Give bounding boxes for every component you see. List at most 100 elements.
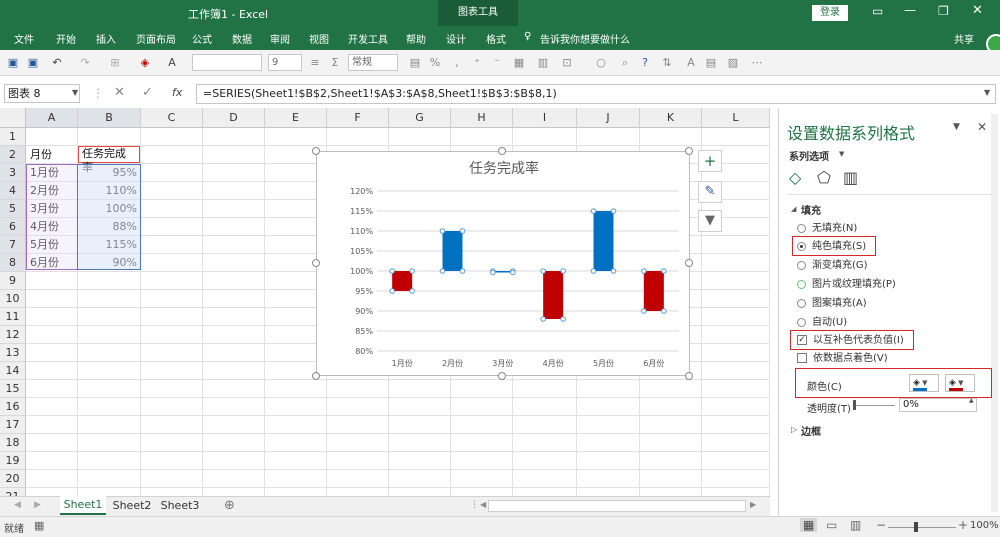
- page-layout-view-icon[interactable]: ▭: [826, 518, 837, 532]
- row-header-10[interactable]: 10: [0, 290, 26, 308]
- row-header-15[interactable]: 15: [0, 380, 26, 398]
- expand-formula-icon[interactable]: ▼: [984, 88, 990, 97]
- page-break-view-icon[interactable]: ▥: [850, 518, 861, 532]
- zoom-level[interactable]: 100%: [970, 520, 999, 531]
- row-header-11[interactable]: 11: [0, 308, 26, 326]
- bar-2[interactable]: [442, 231, 463, 271]
- cell-b6[interactable]: 88%: [78, 218, 140, 235]
- chart-elements-button[interactable]: +: [698, 150, 722, 172]
- table-format-icon[interactable]: ▥: [536, 55, 550, 71]
- resize-handle-tl[interactable]: [312, 147, 320, 155]
- transparency-input[interactable]: 0%: [899, 398, 977, 412]
- row-header-7[interactable]: 7: [0, 236, 26, 254]
- find-icon[interactable]: ⌕: [618, 55, 632, 71]
- font-size-dropdown[interactable]: 9: [268, 54, 302, 71]
- cell-b3[interactable]: 95%: [78, 164, 140, 181]
- restore-icon[interactable]: ❐: [938, 4, 949, 18]
- zoom-slider-thumb[interactable]: [914, 522, 918, 532]
- series-options-bars-icon[interactable]: ▥: [843, 168, 858, 187]
- cell-a6[interactable]: 4月份: [27, 218, 77, 235]
- tab-design[interactable]: 设计: [446, 31, 466, 46]
- cell-b2[interactable]: 任务完成率: [78, 146, 140, 174]
- tab-page-layout[interactable]: 页面布局: [136, 31, 176, 46]
- tab-formulas[interactable]: 公式: [192, 31, 212, 46]
- close-icon[interactable]: ✕: [972, 3, 983, 18]
- column-header-i[interactable]: I: [513, 108, 577, 128]
- row-header-21[interactable]: 21: [0, 488, 26, 496]
- redo-icon[interactable]: ↷: [78, 55, 92, 71]
- bar-1[interactable]: [392, 271, 413, 291]
- sheet-tab-sheet3[interactable]: Sheet3: [158, 498, 202, 514]
- font-name-dropdown[interactable]: [192, 54, 262, 71]
- resize-handle-r[interactable]: [685, 259, 693, 267]
- pane-options-dropdown-icon[interactable]: ▼: [953, 122, 960, 132]
- resize-handle-tr[interactable]: [685, 147, 693, 155]
- wrap-text-icon[interactable]: ≡: [308, 55, 322, 71]
- table-icon[interactable]: ▤: [704, 55, 718, 71]
- bar-3[interactable]: [492, 271, 513, 273]
- row-header-16[interactable]: 16: [0, 398, 26, 416]
- save-as-icon[interactable]: ▣: [26, 55, 40, 71]
- chart-plot-svg[interactable]: 80% 85% 90% 95% 100% 105% 110% 115% 120% 1月份 2月份 3月…: [317, 152, 691, 377]
- bar-5[interactable]: [593, 211, 614, 271]
- currency-icon[interactable]: ▤: [408, 55, 422, 71]
- cell-b7[interactable]: 115%: [78, 236, 140, 253]
- border-expand-icon[interactable]: ▷: [791, 425, 797, 434]
- fill-color-icon[interactable]: ◈: [136, 55, 154, 71]
- row-header-6[interactable]: 6: [0, 218, 26, 236]
- scroll-right-icon[interactable]: ▶: [750, 500, 756, 509]
- fill-section-header[interactable]: 填充: [801, 202, 821, 217]
- login-button[interactable]: 登录: [812, 5, 848, 21]
- chart-area[interactable]: 任务完成率 80% 85% 90% 95% 100% 105% 110% 115% 120% 1月…: [316, 151, 690, 376]
- row-header-18[interactable]: 18: [0, 434, 26, 452]
- row-header-3[interactable]: 3: [0, 164, 26, 182]
- radio-none[interactable]: [797, 223, 806, 233]
- number-format-dropdown[interactable]: 常规: [348, 54, 398, 71]
- sort-icon[interactable]: ⇅: [660, 55, 674, 71]
- conditional-format-icon[interactable]: ▦: [512, 55, 526, 71]
- resize-handle-b[interactable]: [498, 372, 506, 380]
- next-sheet-icon[interactable]: ▶: [34, 500, 41, 510]
- fill-option-auto[interactable]: 自动(U): [797, 316, 847, 330]
- transparency-slider[interactable]: [855, 405, 895, 406]
- tab-review[interactable]: 审阅: [270, 31, 290, 46]
- pane-close-icon[interactable]: ✕: [977, 120, 987, 134]
- row-header-19[interactable]: 19: [0, 452, 26, 470]
- vary-colors-checkbox[interactable]: 依数据点着色(V): [797, 352, 888, 366]
- row-header-8[interactable]: 8: [0, 254, 26, 272]
- cell-a5[interactable]: 3月份: [27, 200, 77, 217]
- transparency-slider-thumb[interactable]: [853, 400, 856, 410]
- borders-icon[interactable]: ⊞: [108, 55, 122, 71]
- horizontal-scrollbar[interactable]: [488, 500, 746, 512]
- tab-home[interactable]: 开始: [56, 31, 76, 46]
- row-header-14[interactable]: 14: [0, 362, 26, 380]
- cell-b8[interactable]: 90%: [78, 254, 140, 271]
- name-box[interactable]: 图表 8: [4, 84, 80, 103]
- column-header-j[interactable]: J: [577, 108, 640, 128]
- scroll-left-icon[interactable]: ◀: [480, 500, 486, 509]
- sum-icon[interactable]: Σ: [328, 55, 342, 71]
- resize-handle-l[interactable]: [312, 259, 320, 267]
- row-header-20[interactable]: 20: [0, 470, 26, 488]
- pane-scrollbar[interactable]: [991, 114, 998, 512]
- row-header-13[interactable]: 13: [0, 344, 26, 362]
- fill-option-gradient[interactable]: 渐变填充(G): [797, 259, 868, 273]
- fill-collapse-icon[interactable]: ◢: [791, 205, 796, 213]
- fill-option-pattern[interactable]: 图案填充(A): [797, 297, 867, 311]
- radio-picture[interactable]: [797, 279, 806, 289]
- row-header-2[interactable]: 2: [0, 146, 26, 164]
- resize-handle-br[interactable]: [685, 372, 693, 380]
- fill-option-none[interactable]: 无填充(N): [797, 222, 857, 236]
- vary-colors-check-box[interactable]: [797, 353, 807, 363]
- normal-view-icon[interactable]: ▦: [800, 518, 818, 532]
- tab-developer[interactable]: 开发工具: [348, 31, 388, 46]
- macro-record-icon[interactable]: ▦: [34, 519, 44, 532]
- cell-a4[interactable]: 2月份: [27, 182, 77, 199]
- resize-handle-t[interactable]: [498, 147, 506, 155]
- column-header-a[interactable]: A: [26, 108, 78, 128]
- comma-style-icon[interactable]: ,: [448, 55, 466, 71]
- cell-b4[interactable]: 110%: [78, 182, 140, 199]
- row-header-17[interactable]: 17: [0, 416, 26, 434]
- merge-cells-icon[interactable]: ⊡: [560, 55, 574, 71]
- minimize-icon[interactable]: —: [904, 3, 916, 17]
